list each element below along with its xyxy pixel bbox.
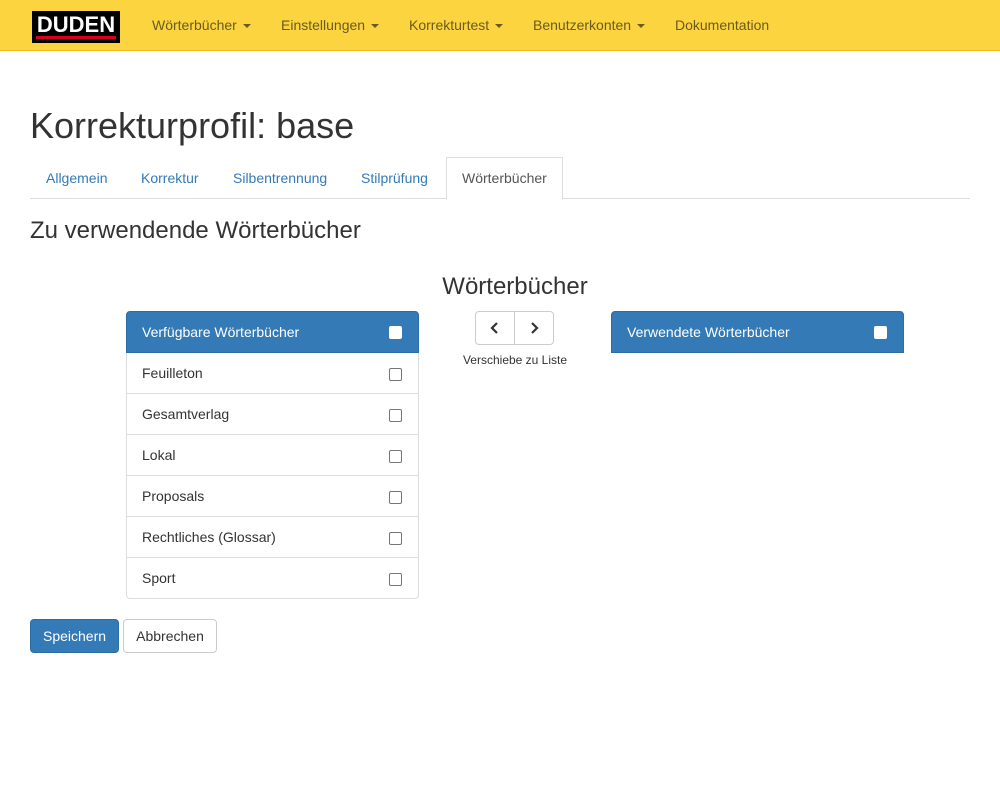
nav-label: Benutzerkonten [533,17,632,33]
move-to-used-button[interactable] [514,311,554,345]
select-all-used-checkbox[interactable] [874,326,887,339]
move-buttons [475,311,554,345]
caret-down-icon [637,24,646,29]
chevron-left-icon [490,322,498,334]
nav-settings-menu[interactable]: Einstellungen [281,0,380,51]
tab-correction[interactable]: Korrektur [126,157,214,199]
item-checkbox[interactable] [389,532,402,545]
dual-list-title: Wörterbücher [442,273,588,300]
available-list-title: Verfügbare Wörterbücher [142,324,300,340]
select-all-available-checkbox[interactable] [389,326,402,339]
nav-user-accounts-menu[interactable]: Benutzerkonten [533,0,646,51]
list-item[interactable]: Proposals [126,476,419,517]
nav-documentation-link[interactable]: Dokumentation [675,0,769,51]
item-label: Rechtliches (Glossar) [142,529,276,545]
tab-dictionaries[interactable]: Wörterbücher [446,157,563,200]
move-hint: Verschiebe zu Liste [462,353,568,367]
item-label: Sport [142,570,176,586]
item-checkbox[interactable] [389,409,402,422]
nav-label: Korrekturtest [409,17,490,33]
duden-logo[interactable]: DUDEN [32,11,120,43]
nav-label: Einstellungen [281,17,366,33]
logo-underline [36,36,116,39]
cancel-button[interactable]: Abbrechen [123,619,217,653]
caret-down-icon [242,24,251,29]
caret-down-icon [495,24,504,29]
tab-style-check[interactable]: Stilprüfung [346,157,443,199]
item-checkbox[interactable] [389,573,402,586]
nav-correction-test-menu[interactable]: Korrekturtest [409,0,504,51]
used-list-header: Verwendete Wörterbücher [611,311,904,353]
list-item[interactable]: Sport [126,558,419,599]
used-list-title: Verwendete Wörterbücher [627,324,790,340]
list-item[interactable]: Feuilleton [126,353,419,394]
item-label: Feuilleton [142,365,203,381]
move-to-available-button[interactable] [475,311,515,345]
item-label: Lokal [142,447,176,463]
tab-general[interactable]: Allgemein [31,157,122,199]
profile-tabs: Allgemein Korrektur Silbentrennung Stilp… [30,157,970,200]
item-label: Gesamtverlag [142,406,230,422]
logo-text: DUDEN [36,12,116,37]
available-dictionaries-list: Verfügbare Wörterbücher Feuilleton Gesam… [126,311,419,599]
top-navbar: DUDEN Wörterbücher Einstellungen Korrekt… [0,0,1000,51]
section-title: Zu verwendende Wörterbücher [30,217,361,244]
item-checkbox[interactable] [389,491,402,504]
list-item[interactable]: Gesamtverlag [126,394,419,435]
nav-dictionaries-menu[interactable]: Wörterbücher [152,0,251,51]
caret-down-icon [371,24,380,29]
item-label: Proposals [142,488,205,504]
item-checkbox[interactable] [389,450,402,463]
page-title: Korrekturprofil: base [30,105,355,146]
save-button[interactable]: Speichern [30,619,119,653]
used-dictionaries-list: Verwendete Wörterbücher [611,311,904,353]
list-item[interactable]: Rechtliches (Glossar) [126,517,419,558]
nav-label: Dokumentation [675,17,770,33]
tab-hyphenation[interactable]: Silbentrennung [218,157,342,199]
list-item[interactable]: Lokal [126,435,419,476]
nav-label: Wörterbücher [152,17,237,33]
chevron-right-icon [531,322,539,334]
item-checkbox[interactable] [389,368,402,381]
available-list-header: Verfügbare Wörterbücher [126,311,419,353]
